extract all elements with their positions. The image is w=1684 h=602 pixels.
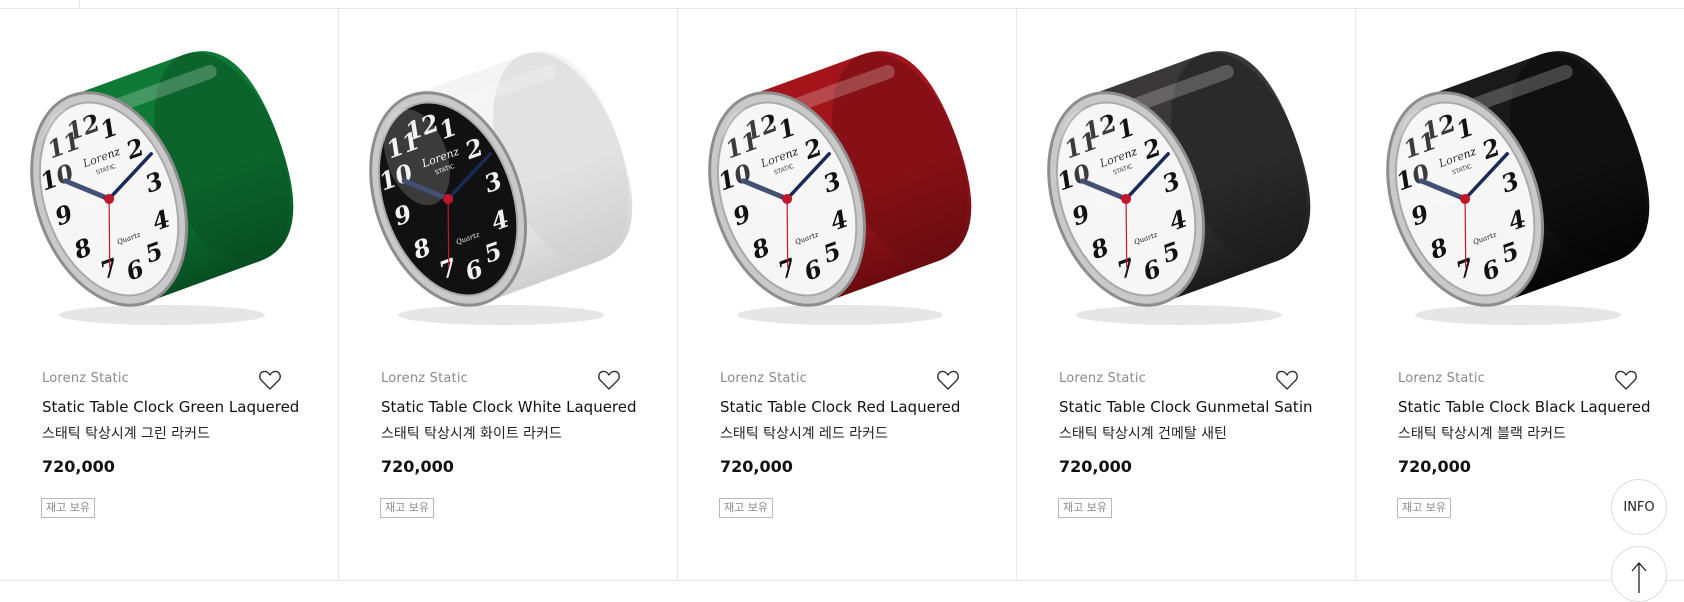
product-name[interactable]: Static Table Clock Green Laquered — [42, 398, 299, 416]
stock-badge: 재고 보유 — [41, 498, 95, 518]
stock-badge: 재고 보유 — [1058, 498, 1112, 518]
product-brand: Lorenz Static — [1059, 371, 1146, 386]
top-divider-tick — [79, 0, 80, 8]
product-grid: 12 1 2 3 4 5 6 7 8 9 10 11 Lorenz STATIC Quartz Lorenz… — [0, 9, 1684, 580]
product-shadow — [59, 305, 265, 325]
product-name-korean[interactable]: 스태틱 탁상시계 건메탈 새틴 — [1059, 423, 1227, 443]
clock-body-group: 121234567891011LorenzSTATICQuartz — [30, 51, 294, 307]
top-divider — [0, 0, 1684, 9]
product-image[interactable]: 121234567891011LorenzSTATICQuartz — [12, 47, 312, 337]
product-brand: Lorenz Static — [42, 371, 129, 386]
product-card[interactable]: 12 1 2 3 4 5 6 7 8 9 10 11 Lorenz STATIC Quartz Lorenz… — [0, 9, 339, 580]
product-price: 720,000 — [1059, 457, 1132, 476]
wishlist-heart-icon[interactable] — [258, 369, 282, 391]
wishlist-heart-icon[interactable] — [936, 369, 960, 391]
product-name-korean[interactable]: 스태틱 탁상시계 레드 라커드 — [720, 423, 888, 443]
product-price: 720,000 — [1398, 457, 1471, 476]
product-card[interactable]: 12 1 2 3 4 5 6 7 8 9 10 11 Lorenz STATIC Quartz Lorenz… — [1017, 9, 1356, 580]
clock-body-group: 121234567891011LorenzSTATICQuartz — [1386, 51, 1650, 307]
info-button[interactable]: INFO — [1611, 479, 1667, 535]
product-price: 720,000 — [720, 457, 793, 476]
product-name[interactable]: Static Table Clock Red Laquered — [720, 398, 960, 416]
wishlist-heart-icon[interactable] — [1614, 369, 1638, 391]
stock-badge: 재고 보유 — [380, 498, 434, 518]
product-name-korean[interactable]: 스태틱 탁상시계 화이트 라커드 — [381, 423, 562, 443]
clock-body-group: 121234567891011LorenzSTATICQuartz — [369, 51, 633, 307]
wishlist-heart-icon[interactable] — [597, 369, 621, 391]
product-shadow — [398, 305, 604, 325]
product-brand: Lorenz Static — [381, 371, 468, 386]
wishlist-heart-icon[interactable] — [1275, 369, 1299, 391]
product-name[interactable]: Static Table Clock White Laquered — [381, 398, 637, 416]
product-brand: Lorenz Static — [720, 371, 807, 386]
scroll-top-button[interactable] — [1611, 546, 1667, 602]
product-name-korean[interactable]: 스태틱 탁상시계 블랙 라커드 — [1398, 423, 1566, 443]
product-image[interactable]: 121234567891011LorenzSTATICQuartz — [690, 47, 990, 337]
arrow-up-icon — [1631, 562, 1647, 593]
clock-body-group: 121234567891011LorenzSTATICQuartz — [708, 51, 972, 307]
product-image[interactable]: 121234567891011LorenzSTATICQuartz — [351, 47, 651, 337]
product-brand: Lorenz Static — [1398, 371, 1485, 386]
stock-badge: 재고 보유 — [1397, 498, 1451, 518]
product-name[interactable]: Static Table Clock Black Laquered — [1398, 398, 1650, 416]
product-shadow — [1076, 305, 1282, 325]
product-price: 720,000 — [381, 457, 454, 476]
product-image[interactable]: 121234567891011LorenzSTATICQuartz — [1029, 47, 1329, 337]
product-name-korean[interactable]: 스태틱 탁상시계 그린 라커드 — [42, 423, 210, 443]
product-image[interactable]: 121234567891011LorenzSTATICQuartz — [1368, 47, 1668, 337]
stock-badge: 재고 보유 — [719, 498, 773, 518]
product-name[interactable]: Static Table Clock Gunmetal Satin — [1059, 398, 1313, 416]
bottom-divider — [0, 580, 1684, 581]
product-card[interactable]: 12 1 2 3 4 5 6 7 8 9 10 11 Lorenz STATIC Quartz Lorenz… — [339, 9, 678, 580]
clock-body-group: 121234567891011LorenzSTATICQuartz — [1047, 51, 1311, 307]
product-price: 720,000 — [42, 457, 115, 476]
product-shadow — [737, 305, 943, 325]
product-shadow — [1415, 305, 1621, 325]
product-card[interactable]: 12 1 2 3 4 5 6 7 8 9 10 11 Lorenz STATIC Quartz Lorenz… — [678, 9, 1017, 580]
